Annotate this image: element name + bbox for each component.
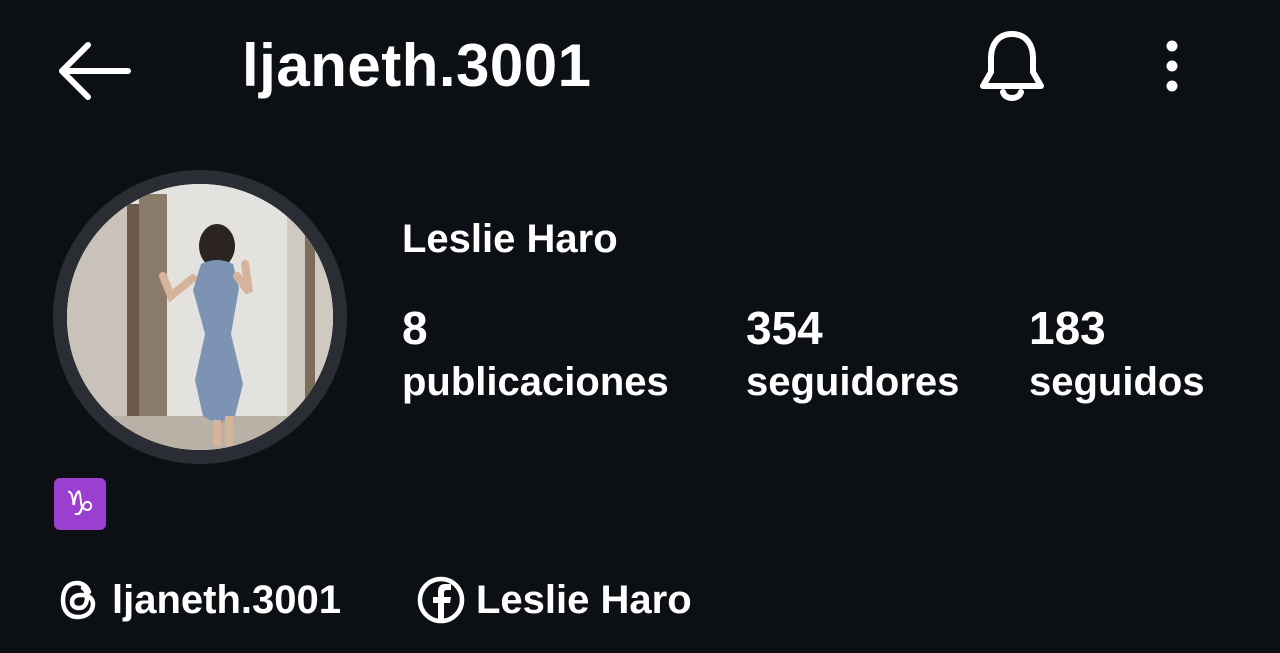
posts-count-value: 8 <box>402 302 428 354</box>
threads-link[interactable]: ljaneth.3001 <box>56 570 341 630</box>
avatar[interactable] <box>53 170 347 464</box>
threads-link-text: ljaneth.3001 <box>112 577 342 622</box>
back-button[interactable] <box>52 38 136 104</box>
page-title: ljaneth.3001 <box>242 32 592 99</box>
following-count-label: seguidos <box>1029 360 1205 404</box>
avatar-image <box>67 184 333 450</box>
posts-count-label: publicaciones <box>402 360 669 404</box>
profile-header: ljaneth.3001 <box>0 0 1280 135</box>
facebook-icon <box>417 576 465 624</box>
followers-count-label: seguidores <box>746 360 960 404</box>
more-vertical-icon <box>1166 40 1178 92</box>
facebook-link-text: Leslie Haro <box>476 577 692 622</box>
facebook-link[interactable]: Leslie Haro <box>416 570 692 630</box>
display-name: Leslie Haro <box>402 217 618 261</box>
bell-icon <box>980 31 1044 101</box>
capricorn-emoji-icon: ♑ <box>54 478 106 530</box>
more-options-button[interactable] <box>1142 28 1202 104</box>
threads-icon <box>60 580 96 620</box>
followers-count[interactable]: 354 seguidores <box>746 300 959 408</box>
following-count[interactable]: 183 seguidos <box>1029 300 1205 408</box>
avatar-photo <box>67 184 333 450</box>
followers-count-value: 354 <box>746 302 823 354</box>
posts-count[interactable]: 8 publicaciones <box>402 300 669 408</box>
arrow-left-icon <box>59 42 131 100</box>
notifications-button[interactable] <box>970 24 1054 108</box>
following-count-value: 183 <box>1029 302 1106 354</box>
